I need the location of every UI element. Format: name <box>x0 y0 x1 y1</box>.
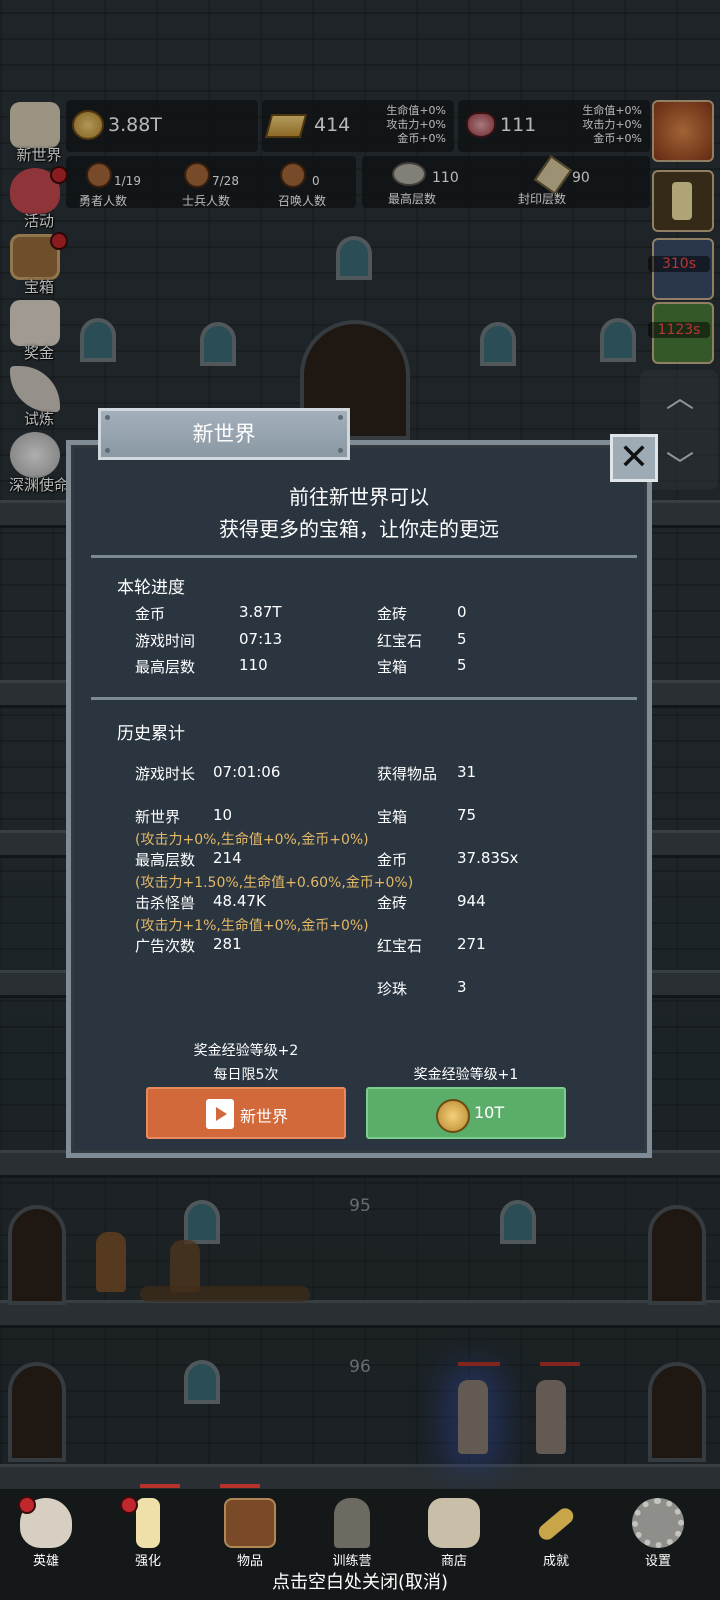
progress-marker <box>220 1484 260 1488</box>
rivet <box>338 415 343 420</box>
notification-dot <box>120 1496 138 1514</box>
history-duration-label: 游戏时长 <box>135 765 196 783</box>
tap-to-close-hint: 点击空白处关闭(取消) <box>271 1572 449 1593</box>
round-max-floor-value: 110 <box>239 656 268 674</box>
history-chest-label: 宝箱 <box>377 808 408 826</box>
coin-button-note: 奖金经验等级+1 <box>413 1067 519 1083</box>
watch-ad-button-label: 新世界 <box>240 1107 289 1126</box>
round-gold-bar-label: 金砖 <box>377 605 408 623</box>
nav-label: 物品 <box>236 1554 263 1569</box>
dialog-title: 新世界 <box>192 422 256 446</box>
dialog-intro-line2: 获得更多的宝箱，让你走的更远 <box>219 517 499 541</box>
rivet <box>105 415 110 420</box>
history-gold-bar-value: 944 <box>457 892 486 910</box>
video-play-icon <box>206 1099 234 1129</box>
round-max-floor-label: 最高层数 <box>135 658 196 676</box>
history-pearl-label: 珍珠 <box>377 980 408 998</box>
history-title: 历史累计 <box>117 724 185 744</box>
round-chest-label: 宝箱 <box>377 658 408 676</box>
divider <box>91 697 637 700</box>
progress-marker <box>140 1484 180 1488</box>
key-icon <box>535 1505 577 1543</box>
history-max-floor-label: 最高层数 <box>135 851 196 869</box>
round-gold-label: 金币 <box>135 605 166 623</box>
round-chest-value: 5 <box>457 656 467 674</box>
history-gold-value: 37.83Sx <box>457 849 519 867</box>
nav-label: 设置 <box>644 1554 671 1569</box>
nav-label: 强化 <box>134 1554 161 1569</box>
close-button[interactable]: ✕ <box>610 434 658 482</box>
max-floor-bonus: (攻击力+1.50%,生命值+0.60%,金币+0%) <box>135 875 414 891</box>
kills-bonus: (攻击力+1%,生命值+0%,金币+0%) <box>135 918 369 934</box>
history-duration-value: 07:01:06 <box>213 763 281 781</box>
history-gold-label: 金币 <box>377 851 408 869</box>
history-ads-value: 281 <box>213 935 242 953</box>
history-items-value: 31 <box>457 763 477 781</box>
notification-dot <box>18 1496 36 1514</box>
history-max-floor-value: 214 <box>213 849 242 867</box>
round-ruby-value: 5 <box>457 630 467 648</box>
history-ruby-label: 红宝石 <box>377 937 423 955</box>
dialog-intro-line1: 前往新世界可以 <box>289 485 429 509</box>
round-progress-title: 本轮进度 <box>117 578 185 598</box>
nav-achievements[interactable]: 成就 <box>516 1496 596 1569</box>
history-gold-bar-label: 金砖 <box>377 894 408 912</box>
nav-settings[interactable]: 设置 <box>618 1496 698 1569</box>
nav-label: 成就 <box>542 1554 569 1569</box>
divider <box>91 555 637 558</box>
lantern-icon <box>334 1498 370 1548</box>
round-gold-bar-value: 0 <box>457 603 467 621</box>
nav-label: 英雄 <box>32 1554 59 1569</box>
nav-label: 商店 <box>440 1554 467 1569</box>
history-chest-value: 75 <box>457 806 477 824</box>
nav-shop[interactable]: 商店 <box>414 1496 494 1569</box>
ad-button-note-line1: 奖金经验等级+2 <box>193 1043 299 1059</box>
rivet <box>338 448 343 453</box>
history-kills-value: 48.47K <box>213 892 266 910</box>
nav-hero[interactable]: 英雄 <box>6 1496 86 1569</box>
mug-icon <box>428 1498 480 1548</box>
watch-ad-new-world-button[interactable]: 新世界 <box>146 1087 346 1139</box>
history-new-world-value: 10 <box>213 806 233 824</box>
round-play-time-value: 07:13 <box>239 630 283 648</box>
rivet <box>105 448 110 453</box>
history-ads-label: 广告次数 <box>135 937 196 955</box>
book-icon <box>224 1498 276 1548</box>
ad-button-note-line2: 每日限5次 <box>213 1067 279 1083</box>
dialog-title-tab: 新世界 <box>98 408 350 460</box>
close-icon: ✕ <box>618 437 650 478</box>
candle-icon <box>136 1498 160 1548</box>
coin-new-world-button[interactable]: 10T <box>366 1087 566 1139</box>
nav-items[interactable]: 物品 <box>210 1496 290 1569</box>
nav-label: 训练营 <box>332 1554 372 1569</box>
history-items-label: 获得物品 <box>377 765 438 783</box>
history-pearl-value: 3 <box>457 978 467 996</box>
coin-button-label: 10T <box>474 1103 505 1122</box>
gear-icon <box>632 1498 684 1548</box>
round-gold-value: 3.87T <box>239 603 282 621</box>
new-world-bonus: (攻击力+0%,生命值+0%,金币+0%) <box>135 832 369 848</box>
gold-coin-icon <box>436 1099 470 1133</box>
round-ruby-label: 红宝石 <box>377 632 423 650</box>
history-new-world-label: 新世界 <box>135 808 181 826</box>
history-ruby-value: 271 <box>457 935 486 953</box>
nav-enhance[interactable]: 强化 <box>108 1496 188 1569</box>
nav-training[interactable]: 训练营 <box>312 1496 392 1569</box>
history-kills-label: 击杀怪兽 <box>135 894 196 912</box>
round-play-time-label: 游戏时间 <box>135 632 196 650</box>
